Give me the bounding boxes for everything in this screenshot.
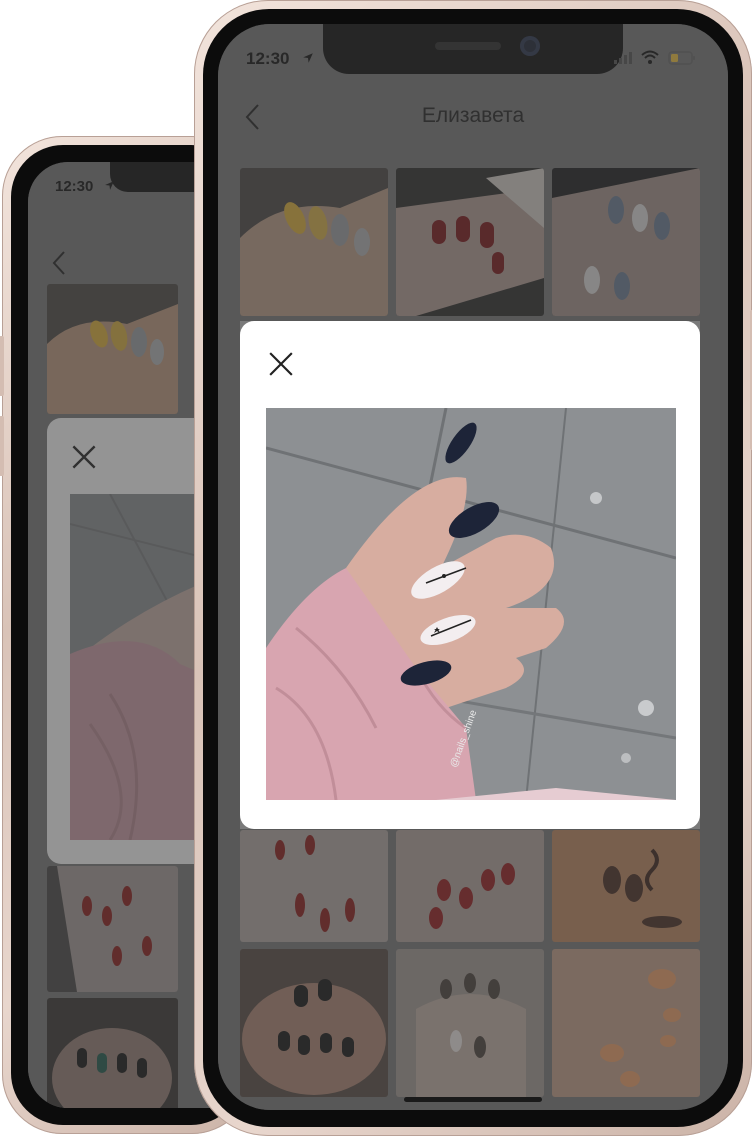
close-icon[interactable] (268, 351, 294, 377)
back-status-time: 12:30 (55, 178, 94, 195)
gallery-thumb[interactable] (396, 168, 544, 316)
gallery-thumb[interactable] (47, 284, 178, 414)
thumb-nails-red-short (396, 830, 544, 942)
thumb-nails-black-hands (240, 949, 388, 1097)
front-phone-screen: 12:30 Елизавета @nails_shine (218, 24, 728, 1110)
front-status-time: 12:30 (246, 49, 290, 68)
modal-photo: @nails_shine (266, 408, 676, 800)
gallery-thumb[interactable] (47, 998, 178, 1108)
close-icon[interactable] (71, 444, 97, 470)
front-phone-mockup: 12:30 Елизавета @nails_shine (194, 0, 752, 1136)
thumb-nails-orange-grey (240, 168, 388, 316)
back-arrow-icon[interactable] (52, 250, 66, 276)
gallery-thumb[interactable] (47, 866, 178, 992)
gallery-thumb[interactable] (552, 949, 700, 1097)
gallery-thumb[interactable] (552, 168, 700, 316)
home-indicator (404, 1097, 542, 1102)
page-title: Елизавета (421, 104, 525, 127)
thumb-nails-red (47, 866, 178, 992)
photo-hand-constellation-nails: @nails_shine (266, 408, 676, 800)
gallery-thumb[interactable] (396, 949, 544, 1097)
wifi-icon (641, 50, 659, 64)
thumb-nails-taupe (396, 949, 544, 1097)
thumb-nails-burgundy (396, 168, 544, 316)
gallery-thumb[interactable] (240, 830, 388, 942)
location-arrow-icon (303, 53, 313, 63)
gallery-thumb[interactable] (552, 830, 700, 942)
thumb-nails-orange (47, 284, 178, 414)
photo-modal: @nails_shine (240, 321, 700, 829)
battery-icon (668, 51, 695, 65)
gallery-thumb[interactable] (240, 168, 388, 316)
signal-icon (614, 52, 632, 64)
gallery-thumb[interactable] (240, 949, 388, 1097)
back-arrow-icon[interactable] (244, 103, 260, 131)
back-side-button (0, 416, 4, 476)
thumb-nails-red-long (240, 830, 388, 942)
thumb-nails-dark-green (47, 998, 178, 1108)
gallery-thumb[interactable] (396, 830, 544, 942)
location-arrow-icon (105, 181, 114, 190)
front-status-bar: 12:30 (218, 24, 728, 74)
back-side-button (0, 336, 4, 396)
thumb-nails-blue-white (552, 168, 700, 316)
thumb-nails-brown-abstract (552, 830, 700, 942)
thumb-toenails-orange (552, 949, 700, 1097)
